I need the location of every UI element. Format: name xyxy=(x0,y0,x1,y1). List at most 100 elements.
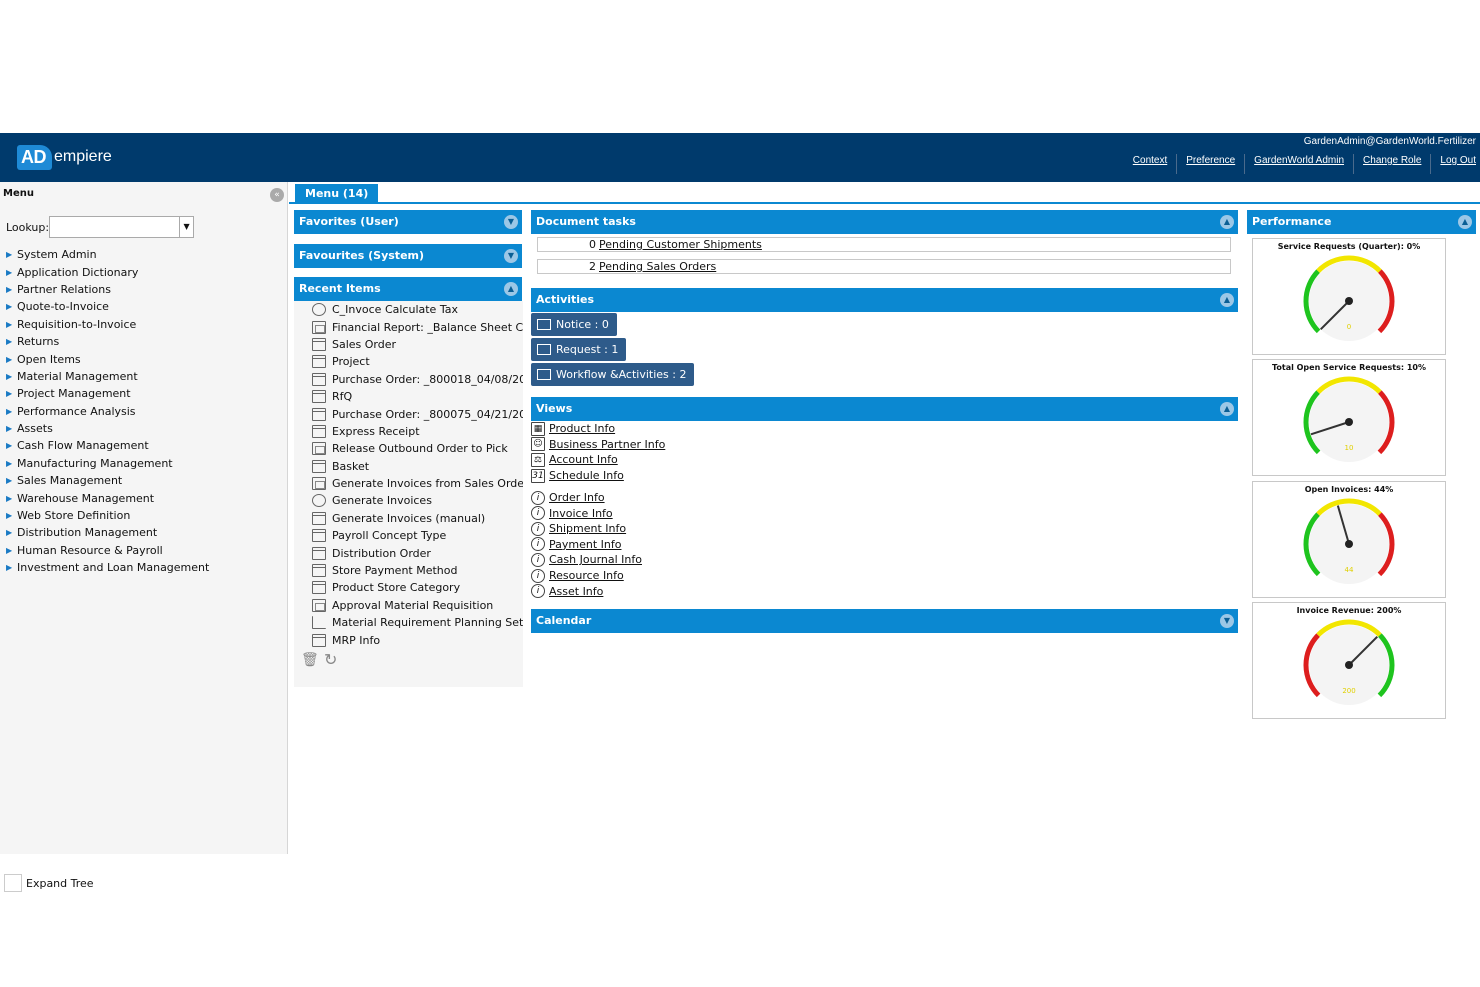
lookup-dropdown-icon[interactable]: ▼ xyxy=(180,216,195,238)
expand-arrow-icon[interactable]: ▶ xyxy=(6,337,17,346)
expand-tree[interactable]: Expand Tree xyxy=(4,874,94,892)
menu-tree-item[interactable]: ▶ Sales Management xyxy=(6,472,209,489)
view-link-row[interactable]: ⚖ Account Info xyxy=(531,452,618,467)
client-admin-link[interactable]: GardenWorld Admin xyxy=(1244,154,1353,174)
view-link[interactable]: Account Info xyxy=(549,453,618,466)
menu-tree-item[interactable]: ▶ Assets xyxy=(6,420,209,437)
expand-arrow-icon[interactable]: ▶ xyxy=(6,494,17,503)
recent-item[interactable]: Generate Invoices xyxy=(312,492,523,509)
view-link-row[interactable]: i Invoice Info xyxy=(531,506,613,521)
recent-item[interactable]: MRP Info xyxy=(312,631,523,648)
expand-arrow-icon[interactable]: ▶ xyxy=(6,511,17,520)
expand-arrow-icon[interactable]: ▶ xyxy=(6,372,17,381)
recent-item[interactable]: Sales Order xyxy=(312,336,523,353)
panel-header[interactable]: Activities ▲ xyxy=(531,288,1238,312)
recent-item[interactable]: Product Store Category xyxy=(312,579,523,596)
menu-tree-item[interactable]: ▶ Web Store Definition xyxy=(6,507,209,524)
view-link-row[interactable]: i Asset Info xyxy=(531,584,603,599)
recent-item[interactable]: Release Outbound Order to Pick xyxy=(312,440,523,457)
change-role-link[interactable]: Change Role xyxy=(1353,154,1430,174)
preference-link[interactable]: Preference xyxy=(1176,154,1244,174)
menu-tree-item[interactable]: ▶ Open Items xyxy=(6,350,209,367)
view-link[interactable]: Product Info xyxy=(549,422,615,435)
panel-header[interactable]: Performance ▲ xyxy=(1247,210,1476,234)
recent-item[interactable]: Purchase Order: _800018_04/08/20 xyxy=(312,371,523,388)
expand-arrow-icon[interactable]: ▶ xyxy=(6,268,17,277)
expand-arrow-icon[interactable]: ▶ xyxy=(6,424,17,433)
view-link-row[interactable]: i Shipment Info xyxy=(531,521,626,536)
view-link[interactable]: Asset Info xyxy=(549,585,603,598)
menu-tree-item[interactable]: ▶ Project Management xyxy=(6,385,209,402)
recent-item[interactable]: Distribution Order xyxy=(312,544,523,561)
view-link-row[interactable]: ☺ Business Partner Info xyxy=(531,437,665,452)
expand-arrow-icon[interactable]: ▶ xyxy=(6,389,17,398)
doc-task-link[interactable]: Pending Sales Orders xyxy=(599,260,716,273)
menu-tree-item[interactable]: ▶ Partner Relations xyxy=(6,281,209,298)
tab-menu[interactable]: Menu (14) xyxy=(295,184,379,204)
expand-arrow-icon[interactable]: ▶ xyxy=(6,407,17,416)
expand-arrow-icon[interactable]: ▶ xyxy=(6,528,17,537)
recent-item[interactable]: Financial Report: _Balance Sheet Cu xyxy=(312,318,523,335)
expand-arrow-icon[interactable]: ▶ xyxy=(6,563,17,572)
performance-gauge[interactable]: Invoice Revenue: 200% 200 xyxy=(1252,602,1446,719)
panel-toggle-icon[interactable]: ▲ xyxy=(1220,402,1234,416)
panel-header[interactable]: Favorites (User) ▼ xyxy=(294,210,522,234)
menu-tree-item[interactable]: ▶ Investment and Loan Management xyxy=(6,559,209,576)
logout-link[interactable]: Log Out xyxy=(1430,154,1476,174)
recent-item[interactable]: C_Invoce Calculate Tax xyxy=(312,301,523,318)
panel-header[interactable]: Document tasks ▲ xyxy=(531,210,1238,234)
expand-arrow-icon[interactable]: ▶ xyxy=(6,476,17,485)
performance-gauge[interactable]: Service Requests (Quarter): 0% 0 xyxy=(1252,238,1446,355)
panel-header[interactable]: Calendar ▼ xyxy=(531,609,1238,633)
expand-arrow-icon[interactable]: ▶ xyxy=(6,546,17,555)
expand-arrow-icon[interactable]: ▶ xyxy=(6,285,17,294)
refresh-icon[interactable]: ↻ xyxy=(324,650,337,669)
panel-toggle-icon[interactable]: ▲ xyxy=(1458,215,1472,229)
doc-task-link[interactable]: Pending Customer Shipments xyxy=(599,238,762,251)
doc-task-row[interactable]: 0 Pending Customer Shipments xyxy=(537,237,1231,252)
expand-arrow-icon[interactable]: ▶ xyxy=(6,441,17,450)
menu-tree-item[interactable]: ▶ Requisition-to-Invoice xyxy=(6,316,209,333)
menu-tree-item[interactable]: ▶ Cash Flow Management xyxy=(6,437,209,454)
notice-button[interactable]: Notice : 0 xyxy=(531,313,617,336)
menu-tree-item[interactable]: ▶ Returns xyxy=(6,333,209,350)
recent-item[interactable]: Generate Invoices from Sales Order xyxy=(312,475,523,492)
panel-header[interactable]: Favourites (System) ▼ xyxy=(294,244,522,268)
doc-task-row[interactable]: 2 Pending Sales Orders xyxy=(537,259,1231,274)
collapse-sidebar-icon[interactable]: « xyxy=(270,188,284,202)
recent-item[interactable]: RfQ xyxy=(312,388,523,405)
expand-arrow-icon[interactable]: ▶ xyxy=(6,355,17,364)
expand-arrow-icon[interactable]: ▶ xyxy=(6,302,17,311)
recent-item[interactable]: Payroll Concept Type xyxy=(312,527,523,544)
view-link-row[interactable]: i Payment Info xyxy=(531,537,621,552)
recent-item[interactable]: Store Payment Method xyxy=(312,562,523,579)
view-link[interactable]: Business Partner Info xyxy=(549,438,665,451)
workflow-activities-button[interactable]: Workflow &Activities : 2 xyxy=(531,363,695,386)
menu-tree-item[interactable]: ▶ Manufacturing Management xyxy=(6,455,209,472)
performance-gauge[interactable]: Open Invoices: 44% 44 xyxy=(1252,481,1446,598)
lookup-input[interactable] xyxy=(49,216,181,238)
menu-tree-item[interactable]: ▶ Application Dictionary xyxy=(6,263,209,280)
menu-tree-item[interactable]: ▶ Human Resource & Payroll xyxy=(6,542,209,559)
menu-tree-item[interactable]: ▶ Distribution Management xyxy=(6,524,209,541)
panel-toggle-icon[interactable]: ▼ xyxy=(504,249,518,263)
recent-item[interactable]: Approval Material Requisition xyxy=(312,597,523,614)
menu-tree-item[interactable]: ▶ Material Management xyxy=(6,368,209,385)
trash-icon[interactable]: 🗑 xyxy=(301,652,319,668)
menu-tree-item[interactable]: ▶ Warehouse Management xyxy=(6,489,209,506)
request-button[interactable]: Request : 1 xyxy=(531,338,627,361)
recent-item[interactable]: Purchase Order: _800075_04/21/20 xyxy=(312,405,523,422)
panel-toggle-icon[interactable]: ▲ xyxy=(504,282,518,296)
menu-tree-item[interactable]: ▶ System Admin xyxy=(6,246,209,263)
view-link-row[interactable]: i Cash Journal Info xyxy=(531,552,642,567)
recent-item[interactable]: Basket xyxy=(312,458,523,475)
recent-item[interactable]: Generate Invoices (manual) xyxy=(312,510,523,527)
view-link-row[interactable]: 31 Schedule Info xyxy=(531,468,624,483)
view-link[interactable]: Cash Journal Info xyxy=(549,553,642,566)
view-link-row[interactable]: ▦ Product Info xyxy=(531,421,615,436)
view-link-row[interactable]: i Order Info xyxy=(531,490,605,505)
panel-toggle-icon[interactable]: ▼ xyxy=(1220,614,1234,628)
menu-tree-item[interactable]: ▶ Performance Analysis xyxy=(6,403,209,420)
expand-arrow-icon[interactable]: ▶ xyxy=(6,320,17,329)
expand-arrow-icon[interactable]: ▶ xyxy=(6,250,17,259)
